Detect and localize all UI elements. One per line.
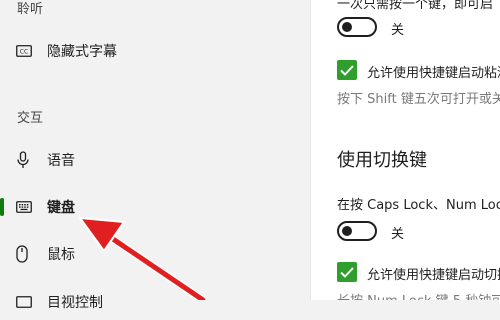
group-label-interaction: 交互: [17, 111, 44, 126]
checkbox-label: 允许使用快捷键启动粘滞键: [367, 66, 500, 81]
sidebar-item-label: 鼠标: [47, 247, 75, 263]
sidebar-item-label: 目视控制: [47, 295, 103, 311]
description-text: 在按 Caps Lock、Num Lock: [337, 198, 500, 213]
checkmark-icon: [340, 266, 354, 278]
toggle-keys-shortcut-checkbox[interactable]: [337, 262, 357, 282]
toggle-state-label: 关: [391, 227, 405, 242]
selected-indicator: [0, 198, 4, 216]
toggle-state-label: 关: [391, 23, 405, 38]
sidebar-item-mouse[interactable]: 鼠标: [0, 236, 310, 272]
microphone-icon: [16, 151, 30, 169]
sticky-keys-shortcut-checkbox[interactable]: [337, 60, 357, 80]
toggle-keys-toggle[interactable]: [337, 221, 377, 241]
description-text: 一次只需按一个键，即可启: [337, 0, 494, 12]
toggle-knob: [342, 22, 352, 32]
hint-text: 长按 Num Lock 键 5 秒钟可打开: [337, 290, 500, 300]
keyboard-icon: [16, 201, 32, 213]
sidebar-item-captions[interactable]: CC 隐藏式字幕: [0, 33, 310, 69]
sidebar-item-speech[interactable]: 语音: [0, 142, 310, 178]
sticky-keys-toggle[interactable]: [337, 17, 377, 37]
sidebar-item-eye-control[interactable]: 目视控制: [0, 284, 310, 320]
checkbox-label: 允许使用快捷键启动切换键: [367, 268, 500, 283]
keyboard-settings-pane: 一次只需按一个键，即可启 关 允许使用快捷键启动粘滞键 按下 Shift 键五次…: [310, 0, 500, 300]
group-label-hearing: 聆听: [17, 2, 44, 17]
settings-sidebar: 聆听 CC 隐藏式字幕 交互 语音 键盘 鼠标 目视控制: [0, 0, 310, 311]
sidebar-item-keyboard[interactable]: 键盘: [0, 189, 310, 225]
sidebar-item-label: 语音: [47, 153, 75, 169]
toggle-knob: [342, 226, 352, 236]
section-title-toggle-keys: 使用切换键: [337, 150, 427, 171]
sidebar-item-label: 键盘: [47, 200, 75, 216]
eye-control-icon: [16, 296, 32, 308]
sidebar-item-label: 隐藏式字幕: [47, 44, 117, 60]
hint-text: 按下 Shift 键五次可打开或关: [337, 92, 500, 107]
mouse-icon: [16, 245, 28, 263]
svg-text:CC: CC: [20, 49, 28, 56]
cc-icon: CC: [16, 45, 32, 57]
checkmark-icon: [340, 64, 354, 76]
